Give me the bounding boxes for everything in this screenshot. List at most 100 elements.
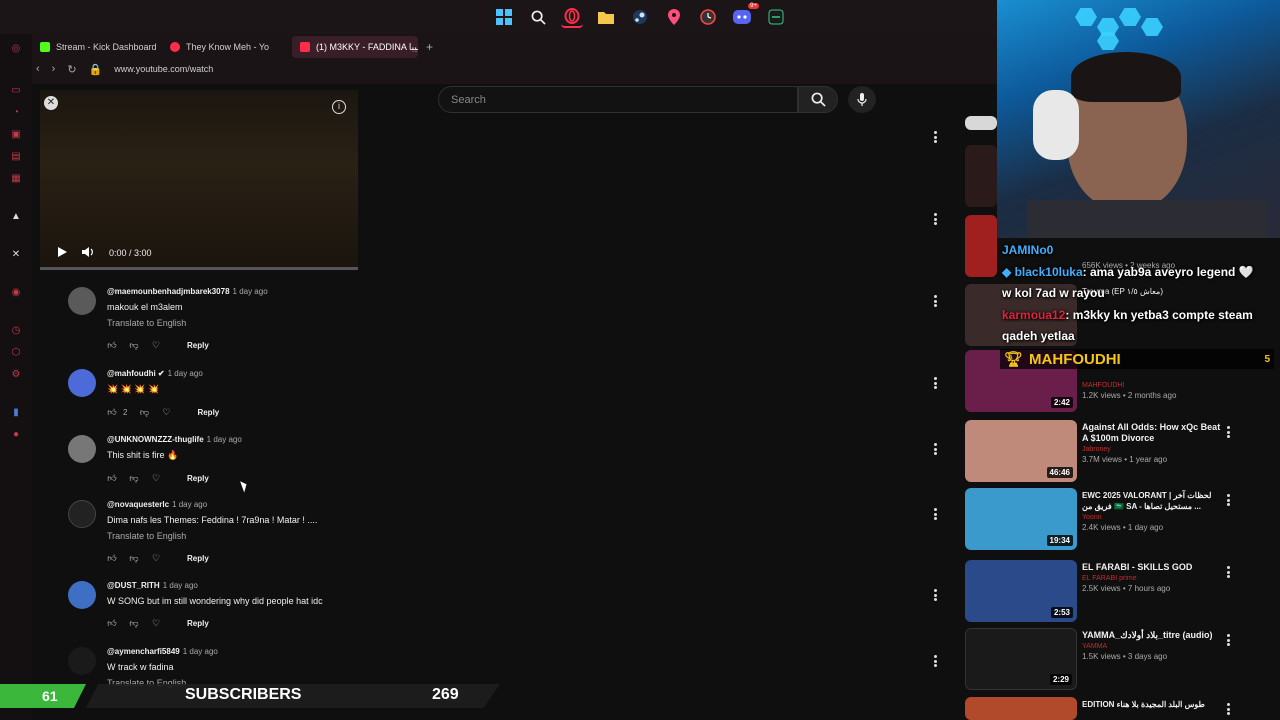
video-thumbnail[interactable] [965, 215, 997, 277]
video-item[interactable]: 2:29 YAMMA_بلاد أولادك_titre (audio) YAM… [965, 628, 1265, 692]
dislike-icon[interactable]: 👎︎ [129, 553, 139, 563]
comment-time[interactable]: 1 day ago [168, 369, 203, 378]
video-thumbnail[interactable]: 46:46 [965, 420, 1077, 482]
video-title[interactable]: YAMMA_بلاد أولادك_titre (audio) [1082, 630, 1222, 641]
video-title[interactable]: EL FARABI - SKILLS GOD [1082, 562, 1222, 573]
reply-button[interactable]: Reply [187, 554, 209, 563]
more-options-icon[interactable] [1227, 634, 1231, 646]
dislike-icon[interactable]: 👎︎ [139, 407, 149, 417]
heart-icon[interactable]: ♡ [161, 407, 171, 417]
sidebar-icon-13[interactable]: ● [8, 426, 24, 442]
video-item[interactable]: 2:53 EL FARABI - SKILLS GOD EL FARABI pr… [965, 560, 1265, 624]
comment-author[interactable]: @DUST_RITH [107, 581, 160, 590]
forward-icon[interactable]: › [52, 63, 56, 75]
video-title[interactable]: Against All Odds: How xQc Beat A $100m D… [1082, 422, 1222, 444]
voice-search-button[interactable] [848, 86, 876, 113]
translate-link[interactable]: Translate to English [107, 531, 907, 541]
more-options-icon[interactable] [934, 295, 938, 307]
heart-icon[interactable]: ♡ [151, 618, 161, 628]
video-thumbnail[interactable] [965, 145, 997, 207]
more-options-icon[interactable] [1227, 566, 1231, 578]
sidebar-icon-8[interactable]: ◉ [8, 284, 24, 300]
video-channel[interactable]: MAHFOUDHI [1082, 382, 1222, 389]
search-icon[interactable] [527, 6, 549, 28]
new-tab-button[interactable]: + [422, 36, 437, 58]
video-channel[interactable]: Jabroney [1082, 446, 1222, 453]
close-icon[interactable]: ✕ [44, 96, 58, 110]
comment-author[interactable]: @aymencharfi5849 [107, 647, 180, 656]
search-input[interactable]: Search [438, 86, 798, 113]
video-title[interactable]: EWC 2025 VALORANT | لحظات آخر فريق من 🇸🇦… [1082, 490, 1222, 512]
video-thumbnail[interactable]: 2:53 [965, 560, 1077, 622]
more-options-icon[interactable] [1227, 494, 1231, 506]
dislike-icon[interactable]: 👎︎ [129, 618, 139, 628]
video-thumbnail[interactable]: 19:34 [965, 488, 1077, 550]
tab-youtube-active[interactable]: (1) M3KKY - FADDINA ليبا [292, 36, 418, 58]
opera-icon[interactable] [561, 6, 583, 28]
comment-author[interactable]: @maemounbenhadjmbarek3078 [107, 287, 230, 296]
tab-kick[interactable]: Stream - Kick Dashboard [32, 36, 158, 58]
video-thumbnail[interactable] [965, 697, 1077, 720]
reply-button[interactable]: Reply [187, 474, 209, 483]
dislike-icon[interactable]: 👎︎ [129, 340, 139, 350]
pin-icon[interactable] [663, 6, 685, 28]
sidebar-icon-6[interactable]: ▲ [8, 208, 24, 224]
heart-icon[interactable]: ♡ [151, 340, 161, 350]
back-icon[interactable]: ‹ [36, 63, 40, 75]
heart-icon[interactable]: ♡ [151, 553, 161, 563]
comment-time[interactable]: 1 day ago [172, 500, 207, 509]
more-options-icon[interactable] [934, 589, 938, 601]
more-options-icon[interactable] [1227, 703, 1231, 715]
app-icon[interactable] [765, 6, 787, 28]
sidebar-icon-9[interactable]: ◷ [8, 322, 24, 338]
avatar[interactable] [68, 369, 96, 397]
reply-button[interactable]: Reply [187, 619, 209, 628]
video-title[interactable]: EDITION طوس البلد المجيدة بلا هناء [1082, 699, 1222, 710]
discord-icon[interactable]: 9+ [731, 3, 759, 28]
clock-icon[interactable] [697, 6, 719, 28]
avatar[interactable] [68, 647, 96, 675]
comment-time[interactable]: 1 day ago [207, 435, 242, 444]
search-button[interactable] [798, 86, 838, 113]
reload-icon[interactable]: ↻ [67, 63, 76, 76]
mini-player[interactable]: ✕ i 0:00 / 3:00 [40, 90, 358, 270]
sidebar-icon-1[interactable]: ▭ [8, 82, 24, 98]
more-options-icon[interactable] [934, 508, 938, 520]
url-text[interactable]: www.youtube.com/watch [114, 64, 213, 74]
dislike-icon[interactable]: 👎︎ [129, 473, 139, 483]
opera-logo-icon[interactable]: ◎ [8, 40, 24, 56]
video-channel[interactable]: Yoonn [1082, 514, 1222, 521]
steam-icon[interactable] [629, 6, 651, 28]
avatar[interactable] [68, 581, 96, 609]
sidebar-icon-5[interactable]: ▦ [8, 170, 24, 186]
more-options-icon[interactable] [934, 131, 938, 143]
sidebar-icon-3[interactable]: ▣ [8, 126, 24, 142]
sidebar-icon-2[interactable]: ◔ [8, 104, 24, 120]
comment-time[interactable]: 1 day ago [183, 647, 218, 656]
like-icon[interactable]: 👍︎ [107, 553, 117, 563]
video-thumbnail[interactable] [965, 116, 997, 130]
sidebar-icon-4[interactable]: ▤ [8, 148, 24, 164]
video-item[interactable]: EDITION طوس البلد المجيدة بلا هناء [965, 697, 1265, 720]
video-item[interactable]: 46:46 Against All Odds: How xQc Beat A $… [965, 420, 1265, 484]
like-icon[interactable]: 👍︎ [107, 340, 117, 350]
more-options-icon[interactable] [1227, 426, 1231, 438]
sidebar-icon-11[interactable]: ⚙ [8, 366, 24, 382]
tab-youtube-1[interactable]: They Know Meh - Yo [162, 36, 288, 58]
avatar[interactable] [68, 287, 96, 315]
like-icon[interactable]: 👍︎ [107, 407, 117, 417]
video-channel[interactable]: YAMMA [1082, 643, 1222, 650]
heart-icon[interactable]: ♡ [151, 473, 161, 483]
comment-author[interactable]: @novaquesterlc [107, 500, 169, 509]
comment-time[interactable]: 1 day ago [233, 287, 268, 296]
more-options-icon[interactable] [934, 213, 938, 225]
sidebar-icon-7[interactable]: ✕ [8, 246, 24, 262]
avatar[interactable] [68, 500, 96, 528]
progress-bar[interactable] [40, 267, 358, 270]
comment-time[interactable]: 1 day ago [163, 581, 198, 590]
translate-link[interactable]: Translate to English [107, 318, 907, 328]
sidebar-icon-12[interactable]: ▮ [8, 404, 24, 420]
comment-author[interactable]: @mahfoudhi [107, 369, 156, 378]
info-icon[interactable]: i [332, 100, 346, 114]
more-options-icon[interactable] [934, 443, 938, 455]
